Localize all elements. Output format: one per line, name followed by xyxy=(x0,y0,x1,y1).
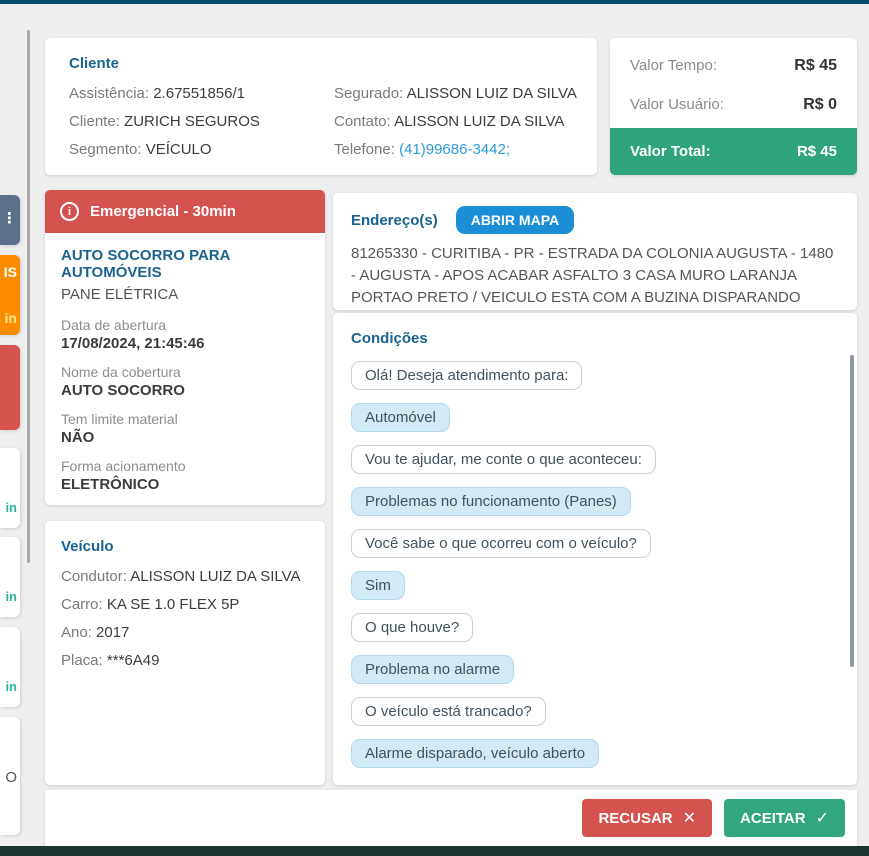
vehicle-card: Veículo Condutor: ALISSON LUIZ DA SILVA … xyxy=(45,521,325,785)
vehicle-field-condutor: Condutor: ALISSON LUIZ DA SILVA xyxy=(61,568,301,585)
chat-message: Problema no alarme xyxy=(351,655,839,684)
service-request-screen: ⋮ IS in in in in O Cliente Assistência: … xyxy=(0,0,869,856)
emergency-banner-label: Emergencial - 30min xyxy=(90,203,236,220)
field-forma-acionamento: Forma acionamento ELETRÔNICO xyxy=(61,458,186,493)
check-icon: ✓ xyxy=(815,810,829,827)
chat-message: Automóvel xyxy=(351,403,839,432)
chat-message: Sim xyxy=(351,571,839,600)
rail-minutes-label: in xyxy=(5,500,17,515)
rail-card-slate[interactable]: ⋮ xyxy=(0,195,20,245)
value-card: Valor Tempo: R$ 45 Valor Usuário: R$ 0 V… xyxy=(610,38,857,175)
action-bar: RECUSAR ✕ ACEITAR ✓ xyxy=(45,790,857,846)
value-row-tempo: Valor Tempo: R$ 45 xyxy=(630,56,837,75)
left-list-scrollbar[interactable] xyxy=(27,30,30,563)
chat-message: Olá! Deseja atendimento para: xyxy=(351,361,839,390)
emergency-banner: i Emergencial - 30min xyxy=(45,190,325,233)
client-field-assistencia: Assistência: 2.67551856/1 xyxy=(69,85,245,102)
close-icon: ✕ xyxy=(682,810,697,827)
phone-link[interactable]: (41)99686-3442; xyxy=(399,141,510,158)
vertical-ellipsis-icon: ⋮ xyxy=(2,210,17,227)
rail-minutes-label: in xyxy=(5,589,17,604)
vehicle-card-title: Veículo xyxy=(61,538,114,555)
vehicle-field-carro: Carro: KA SE 1.0 FLEX 5P xyxy=(61,596,240,613)
value-row-usuario: Valor Usuário: R$ 0 xyxy=(630,95,837,114)
field-nome-cobertura: Nome da cobertura AUTO SOCORRO xyxy=(61,364,185,399)
conditions-scrollbar[interactable] xyxy=(850,355,854,667)
rail-card-orange[interactable]: IS in xyxy=(0,255,20,335)
rail-orange-text-top: IS xyxy=(3,264,17,280)
vehicle-field-ano: Ano: 2017 xyxy=(61,624,130,641)
service-name: AUTO SOCORRO PARA AUTOMÓVEIS xyxy=(61,247,230,281)
conditions-card-title: Condições xyxy=(351,330,428,347)
rail-card-text: O xyxy=(5,769,17,786)
client-card-title: Cliente xyxy=(69,55,120,72)
rail-orange-text-bottom: in xyxy=(4,310,17,326)
chat-message: Alarme disparado, veículo aberto xyxy=(351,739,839,768)
open-map-button[interactable]: ABRIR MAPA xyxy=(455,206,575,234)
client-field-cliente: Cliente: ZURICH SEGUROS xyxy=(69,113,260,130)
address-card: Endereço(s) ABRIR MAPA 81265330 - CURITI… xyxy=(333,193,857,310)
client-fields: Assistência: 2.67551856/1 Segurado: ALIS… xyxy=(69,85,597,158)
vehicle-field-placa: Placa: ***6A49 xyxy=(61,652,160,669)
client-field-segurado: Segurado: ALISSON LUIZ DA SILVA xyxy=(334,85,577,102)
chat-message: O que houve? xyxy=(351,613,839,642)
value-total-bar: Valor Total: R$ 45 xyxy=(610,128,857,175)
service-problem: PANE ELÉTRICA xyxy=(61,286,179,303)
rail-card-white-4[interactable]: O xyxy=(0,717,20,835)
client-field-contato: Contato: ALISSON LUIZ DA SILVA xyxy=(334,113,565,130)
address-text: 81265330 - CURITIBA - PR - ESTRADA DA CO… xyxy=(351,245,834,306)
chat-message: Você sabe o que ocorreu com o veículo? xyxy=(351,529,839,558)
top-accent-bar xyxy=(0,0,869,4)
client-field-segmento: Segmento: VEÍCULO xyxy=(69,141,212,158)
rail-card-white-1[interactable]: in xyxy=(0,448,20,528)
aceitar-button[interactable]: ACEITAR ✓ xyxy=(724,799,845,837)
recusar-button[interactable]: RECUSAR ✕ xyxy=(582,799,713,837)
rail-card-white-3[interactable]: in xyxy=(0,627,20,707)
chat-message: Problemas no funcionamento (Panes) xyxy=(351,487,839,516)
field-data-abertura: Data de abertura 17/08/2024, 21:45:46 xyxy=(61,317,205,352)
rail-card-red[interactable] xyxy=(0,345,20,430)
client-field-telefone: Telefone: (41)99686-3442; xyxy=(334,141,510,158)
client-card: Cliente Assistência: 2.67551856/1 Segura… xyxy=(45,38,597,175)
address-card-title: Endereço(s) xyxy=(351,211,438,229)
service-details-card: AUTO SOCORRO PARA AUTOMÓVEIS PANE ELÉTRI… xyxy=(45,233,325,505)
field-limite-material: Tem limite material NÃO xyxy=(61,411,178,446)
rail-card-white-2[interactable]: in xyxy=(0,537,20,617)
chat-message: O veículo está trancado? xyxy=(351,697,839,726)
chat-message: Vou te ajudar, me conte o que aconteceu: xyxy=(351,445,839,474)
info-icon: i xyxy=(60,202,79,221)
conditions-card: Condições Olá! Deseja atendimento para: … xyxy=(333,313,857,785)
rail-minutes-label: in xyxy=(5,679,17,694)
bottom-dark-bar xyxy=(0,846,869,856)
